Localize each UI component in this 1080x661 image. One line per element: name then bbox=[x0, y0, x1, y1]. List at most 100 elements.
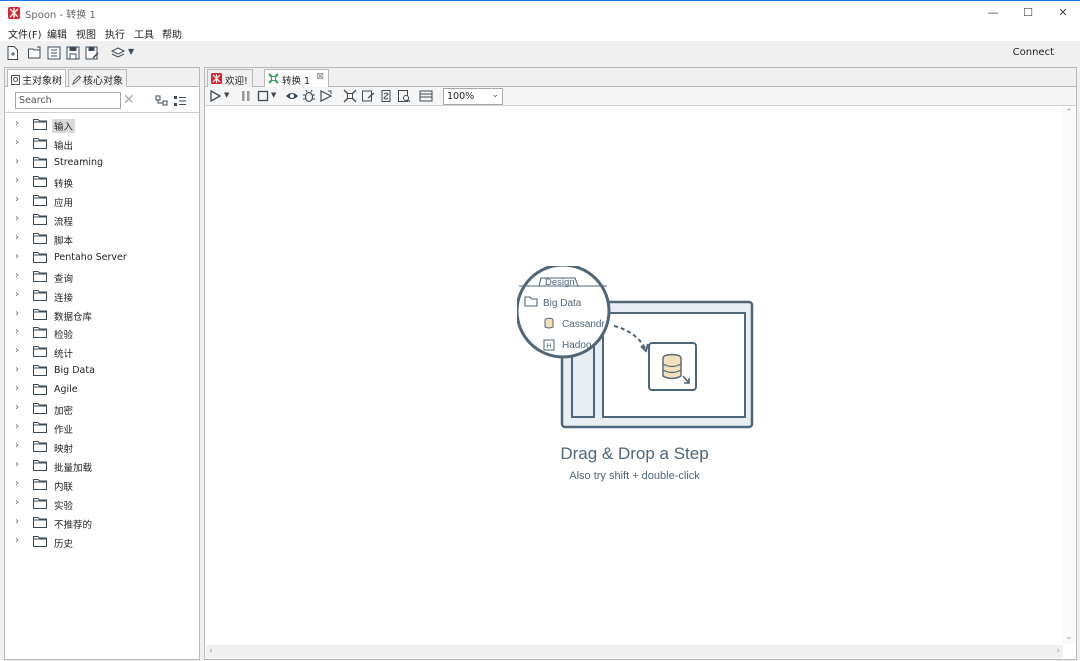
tree-item[interactable]: › 历史 bbox=[5, 533, 199, 551]
chevron-right-icon[interactable]: › bbox=[15, 175, 23, 187]
chevron-right-icon[interactable]: › bbox=[15, 459, 23, 471]
chevron-right-icon[interactable]: › bbox=[15, 308, 23, 320]
tab-welcome[interactable]: 欢迎! bbox=[207, 69, 253, 87]
layers-dropdown-chevron-icon[interactable]: ▼ bbox=[128, 47, 144, 63]
chevron-right-icon[interactable]: › bbox=[15, 156, 23, 168]
minimize-button[interactable]: — bbox=[976, 3, 1010, 23]
chevron-right-icon[interactable]: › bbox=[15, 251, 23, 263]
expand-all-icon[interactable] bbox=[155, 95, 169, 107]
run-icon[interactable] bbox=[208, 89, 222, 103]
menu-edit[interactable]: 编辑 bbox=[47, 26, 67, 41]
menu-run[interactable]: 执行 bbox=[105, 26, 125, 41]
impact-icon[interactable] bbox=[361, 89, 375, 103]
tab-transformation-label: 转换 1 bbox=[282, 76, 311, 87]
chevron-right-icon[interactable]: › bbox=[15, 270, 23, 282]
explore-repository-icon[interactable] bbox=[46, 45, 62, 61]
menu-view[interactable]: 视图 bbox=[76, 26, 96, 41]
scroll-right-icon[interactable]: › bbox=[1056, 646, 1060, 656]
tree-item[interactable]: › 输入 bbox=[5, 116, 199, 134]
explore-db-icon[interactable] bbox=[397, 89, 411, 103]
chevron-right-icon[interactable]: › bbox=[15, 402, 23, 414]
save-as-icon[interactable] bbox=[84, 45, 100, 61]
tree-item[interactable]: › 统计 bbox=[5, 343, 199, 361]
chevron-right-icon[interactable]: › bbox=[15, 118, 23, 130]
tab-design-core-objects[interactable]: 核心对象 bbox=[68, 69, 127, 87]
maximize-button[interactable]: ☐ bbox=[1011, 3, 1045, 23]
close-button[interactable]: ✕ bbox=[1046, 3, 1080, 23]
tree-item[interactable]: › 流程 bbox=[5, 211, 199, 229]
vertical-scrollbar[interactable]: ⌃ ⌄ bbox=[1063, 106, 1075, 644]
new-file-icon[interactable] bbox=[5, 45, 21, 61]
tree-view-icon bbox=[11, 75, 20, 85]
tree-item[interactable]: › 实验 bbox=[5, 495, 199, 513]
scroll-left-icon[interactable]: ‹ bbox=[209, 646, 213, 656]
chevron-right-icon[interactable]: › bbox=[15, 535, 23, 547]
replay-icon[interactable] bbox=[319, 89, 333, 103]
tree-item[interactable]: › Agile bbox=[5, 381, 199, 399]
chevron-right-icon[interactable]: › bbox=[15, 232, 23, 244]
pause-icon[interactable] bbox=[239, 89, 253, 103]
tree-item[interactable]: › 输出 bbox=[5, 135, 199, 153]
tree-item[interactable]: › 转换 bbox=[5, 173, 199, 191]
chevron-right-icon[interactable]: › bbox=[15, 364, 23, 376]
tree-item[interactable]: › 映射 bbox=[5, 438, 199, 456]
chevron-right-icon[interactable]: › bbox=[15, 213, 23, 225]
folder-icon bbox=[33, 137, 47, 149]
tree-item[interactable]: › 连接 bbox=[5, 287, 199, 305]
chevron-right-icon[interactable]: › bbox=[15, 137, 23, 149]
tree-item[interactable]: › Pentaho Server bbox=[5, 249, 199, 267]
menu-file[interactable]: 文件(F) bbox=[8, 26, 42, 41]
tree-item[interactable]: › 批量加载 bbox=[5, 457, 199, 475]
tree-item[interactable]: › 内联 bbox=[5, 476, 199, 494]
transformation-canvas[interactable]: Design Big Data Cassandr H Hadoo Drag & … bbox=[206, 106, 1063, 644]
tree-item[interactable]: › 加密 bbox=[5, 400, 199, 418]
save-icon[interactable] bbox=[65, 45, 81, 61]
chevron-right-icon[interactable]: › bbox=[15, 383, 23, 395]
tab-transformation[interactable]: 转换 1 ⊠ bbox=[264, 69, 330, 87]
connect-button[interactable]: Connect bbox=[1013, 47, 1054, 58]
horizontal-scrollbar[interactable]: ‹ › bbox=[206, 645, 1063, 658]
tree-item[interactable]: › 作业 bbox=[5, 419, 199, 437]
open-folder-icon[interactable] bbox=[27, 45, 43, 61]
tab-view-tree[interactable]: 主对象树 bbox=[7, 69, 66, 87]
run-dropdown-icon[interactable]: ▼ bbox=[224, 91, 232, 105]
left-panel-tabs: 主对象树 核心对象 bbox=[5, 68, 199, 87]
show-results-icon[interactable] bbox=[419, 89, 433, 103]
chevron-right-icon[interactable]: › bbox=[15, 345, 23, 357]
stop-dropdown-icon[interactable]: ▼ bbox=[271, 91, 279, 105]
tree-item[interactable]: › 应用 bbox=[5, 192, 199, 210]
tree-item[interactable]: › 数据仓库 bbox=[5, 306, 199, 324]
tree-item-label: 不推荐的 bbox=[54, 519, 93, 531]
menu-help[interactable]: 帮助 bbox=[162, 26, 182, 41]
stop-icon[interactable] bbox=[256, 89, 270, 103]
tree-item[interactable]: › 检验 bbox=[5, 324, 199, 342]
chevron-right-icon[interactable]: › bbox=[15, 421, 23, 433]
chevron-right-icon[interactable]: › bbox=[15, 289, 23, 301]
verify-icon[interactable] bbox=[343, 89, 357, 103]
tab-close-icon[interactable]: ⊠ bbox=[317, 72, 325, 82]
scroll-down-icon[interactable]: ⌄ bbox=[1065, 632, 1073, 642]
chevron-right-icon[interactable]: › bbox=[15, 478, 23, 490]
debug-bug-icon[interactable] bbox=[302, 89, 316, 103]
chevron-right-icon[interactable]: › bbox=[15, 440, 23, 452]
zoom-select[interactable]: 100% ⌄ bbox=[443, 88, 503, 105]
chevron-right-icon[interactable]: › bbox=[15, 194, 23, 206]
chevron-right-icon[interactable]: › bbox=[15, 516, 23, 528]
chevron-right-icon[interactable]: › bbox=[15, 326, 23, 338]
zoom-value: 100% bbox=[447, 91, 475, 102]
sql-icon[interactable] bbox=[379, 89, 393, 103]
chevron-right-icon[interactable]: › bbox=[15, 497, 23, 509]
layers-icon[interactable] bbox=[110, 45, 126, 61]
search-input[interactable]: Search bbox=[15, 92, 121, 109]
tree-item[interactable]: › Streaming bbox=[5, 154, 199, 172]
menu-tools[interactable]: 工具 bbox=[134, 26, 154, 41]
tree-item[interactable]: › 脚本 bbox=[5, 230, 199, 248]
scroll-up-icon[interactable]: ⌃ bbox=[1065, 108, 1073, 118]
tree-item[interactable]: › 不推荐的 bbox=[5, 514, 199, 532]
tree-item[interactable]: › 查询 bbox=[5, 268, 199, 286]
tree-item[interactable]: › Big Data bbox=[5, 362, 199, 380]
pencil-icon bbox=[72, 75, 81, 85]
clear-search-icon[interactable]: ✕ bbox=[123, 92, 137, 108]
preview-eye-icon[interactable] bbox=[285, 89, 299, 103]
collapse-all-icon[interactable] bbox=[173, 95, 187, 107]
